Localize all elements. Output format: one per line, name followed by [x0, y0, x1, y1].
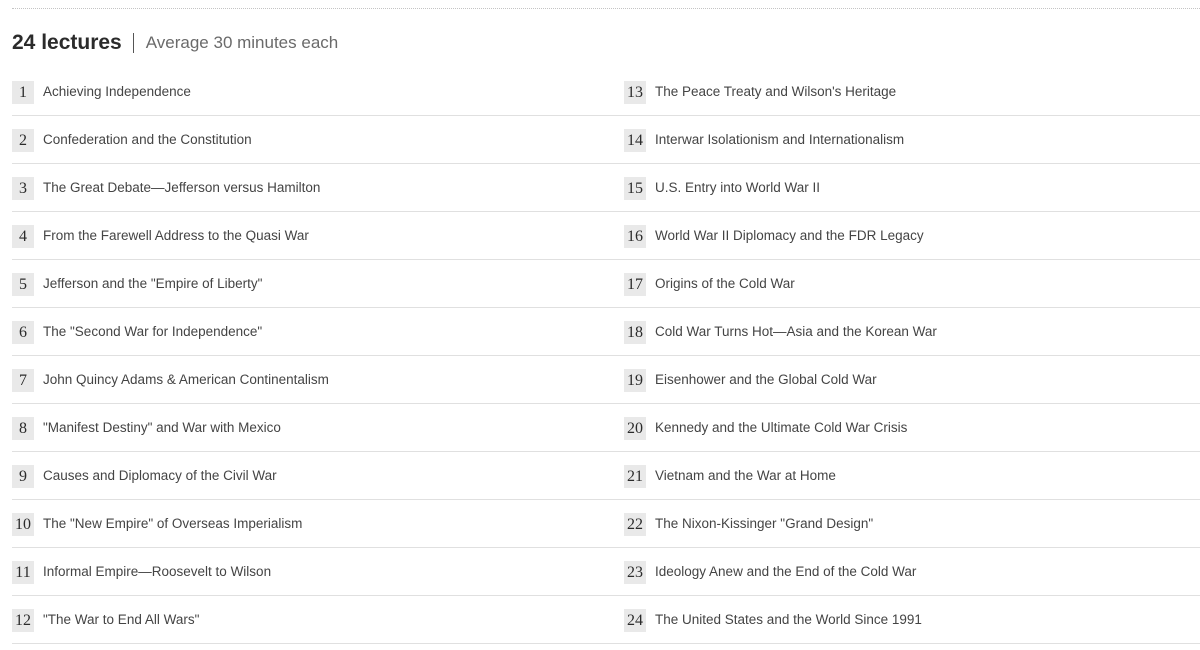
lecture-title[interactable]: Jefferson and the "Empire of Liberty": [43, 276, 262, 291]
lecture-title[interactable]: Eisenhower and the Global Cold War: [655, 372, 877, 387]
lecture-title[interactable]: Cold War Turns Hot—Asia and the Korean W…: [655, 324, 937, 339]
lecture-number: 9: [12, 465, 34, 488]
lecture-number: 14: [624, 129, 646, 152]
lecture-title[interactable]: Confederation and the Constitution: [43, 132, 252, 147]
lecture-title[interactable]: Ideology Anew and the End of the Cold Wa…: [655, 564, 916, 579]
lecture-column-left: 1 Achieving Independence 2 Confederation a…: [12, 68, 624, 644]
lecture-number: 24: [624, 609, 646, 632]
lecture-title[interactable]: "Manifest Destiny" and War with Mexico: [43, 420, 281, 435]
lecture-item[interactable]: 21 Vietnam and the War at Home: [624, 452, 1200, 500]
lecture-item[interactable]: 16 World War II Diplomacy and the FDR Leg…: [624, 212, 1200, 260]
lecture-number: 5: [12, 273, 34, 296]
lecture-item[interactable]: 10 The "New Empire" of Overseas Imperiali…: [12, 500, 624, 548]
lecture-number: 1: [12, 81, 34, 104]
lecture-title[interactable]: The Great Debate—Jefferson versus Hamilt…: [43, 180, 320, 195]
lecture-title[interactable]: The "Second War for Independence": [43, 324, 262, 339]
lecture-item[interactable]: 4 From the Farewell Address to the Quasi …: [12, 212, 624, 260]
lecture-title[interactable]: John Quincy Adams & American Continental…: [43, 372, 329, 387]
lecture-number: 23: [624, 561, 646, 584]
lecture-item[interactable]: 3 The Great Debate—Jefferson versus Hamil…: [12, 164, 624, 212]
header-separator: [132, 33, 134, 53]
lecture-item[interactable]: 12 "The War to End All Wars": [12, 596, 624, 644]
lecture-title[interactable]: The United States and the World Since 19…: [655, 612, 922, 627]
lecture-item[interactable]: 24 The United States and the World Since …: [624, 596, 1200, 644]
lecture-number: 19: [624, 369, 646, 392]
average-duration: Average 30 minutes each: [145, 33, 339, 52]
lecture-list-header: 24 lectures Average 30 minutes each: [12, 29, 338, 57]
lecture-title[interactable]: Kennedy and the Ultimate Cold War Crisis: [655, 420, 907, 435]
lecture-number: 22: [624, 513, 646, 536]
lecture-item[interactable]: 14 Interwar Isolationism and Internationa…: [624, 116, 1200, 164]
lecture-number: 6: [12, 321, 34, 344]
lecture-title[interactable]: Achieving Independence: [43, 84, 191, 99]
lecture-list-page: 24 lectures Average 30 minutes each 1 Ach…: [0, 0, 1200, 650]
lecture-number: 3: [12, 177, 34, 200]
lecture-item[interactable]: 1 Achieving Independence: [12, 68, 624, 116]
lecture-number: 7: [12, 369, 34, 392]
lecture-title[interactable]: U.S. Entry into World War II: [655, 180, 820, 195]
lecture-title[interactable]: Causes and Diplomacy of the Civil War: [43, 468, 277, 483]
lecture-item[interactable]: 20 Kennedy and the Ultimate Cold War Cris…: [624, 404, 1200, 452]
lecture-title[interactable]: World War II Diplomacy and the FDR Legac…: [655, 228, 924, 243]
lecture-item[interactable]: 13 The Peace Treaty and Wilson's Heritage: [624, 68, 1200, 116]
top-divider: [12, 8, 1200, 9]
lecture-item[interactable]: 18 Cold War Turns Hot—Asia and the Korean…: [624, 308, 1200, 356]
lecture-title[interactable]: Interwar Isolationism and Internationali…: [655, 132, 904, 147]
lecture-item[interactable]: 2 Confederation and the Constitution: [12, 116, 624, 164]
lecture-title[interactable]: The "New Empire" of Overseas Imperialism: [43, 516, 302, 531]
lecture-number: 11: [12, 561, 34, 584]
lecture-title[interactable]: The Nixon-Kissinger "Grand Design": [655, 516, 873, 531]
lecture-number: 18: [624, 321, 646, 344]
lecture-item[interactable]: 7 John Quincy Adams & American Continenta…: [12, 356, 624, 404]
lecture-number: 8: [12, 417, 34, 440]
lecture-item[interactable]: 6 The "Second War for Independence": [12, 308, 624, 356]
lecture-columns: 1 Achieving Independence 2 Confederation a…: [12, 68, 1200, 644]
lecture-number: 4: [12, 225, 34, 248]
lecture-item[interactable]: 11 Informal Empire—Roosevelt to Wilson: [12, 548, 624, 596]
lecture-item[interactable]: 22 The Nixon-Kissinger "Grand Design": [624, 500, 1200, 548]
lecture-number: 16: [624, 225, 646, 248]
lecture-title[interactable]: From the Farewell Address to the Quasi W…: [43, 228, 309, 243]
lecture-number: 20: [624, 417, 646, 440]
lecture-number: 15: [624, 177, 646, 200]
lecture-item[interactable]: 23 Ideology Anew and the End of the Cold …: [624, 548, 1200, 596]
lecture-number: 12: [12, 609, 34, 632]
lecture-item[interactable]: 8 "Manifest Destiny" and War with Mexico: [12, 404, 624, 452]
lecture-item[interactable]: 19 Eisenhower and the Global Cold War: [624, 356, 1200, 404]
lecture-item[interactable]: 9 Causes and Diplomacy of the Civil War: [12, 452, 624, 500]
lecture-title[interactable]: Origins of the Cold War: [655, 276, 795, 291]
lecture-number: 13: [624, 81, 646, 104]
lecture-number: 10: [12, 513, 34, 536]
lecture-item[interactable]: 17 Origins of the Cold War: [624, 260, 1200, 308]
lecture-item[interactable]: 5 Jefferson and the "Empire of Liberty": [12, 260, 624, 308]
lecture-title[interactable]: "The War to End All Wars": [43, 612, 199, 627]
lecture-title[interactable]: Vietnam and the War at Home: [655, 468, 836, 483]
lecture-item[interactable]: 15 U.S. Entry into World War II: [624, 164, 1200, 212]
lecture-column-right: 13 The Peace Treaty and Wilson's Heritage…: [624, 68, 1200, 644]
lecture-number: 17: [624, 273, 646, 296]
lecture-title[interactable]: The Peace Treaty and Wilson's Heritage: [655, 84, 896, 99]
lecture-number: 21: [624, 465, 646, 488]
lecture-count: 24 lectures: [12, 31, 122, 54]
lecture-number: 2: [12, 129, 34, 152]
lecture-title[interactable]: Informal Empire—Roosevelt to Wilson: [43, 564, 271, 579]
